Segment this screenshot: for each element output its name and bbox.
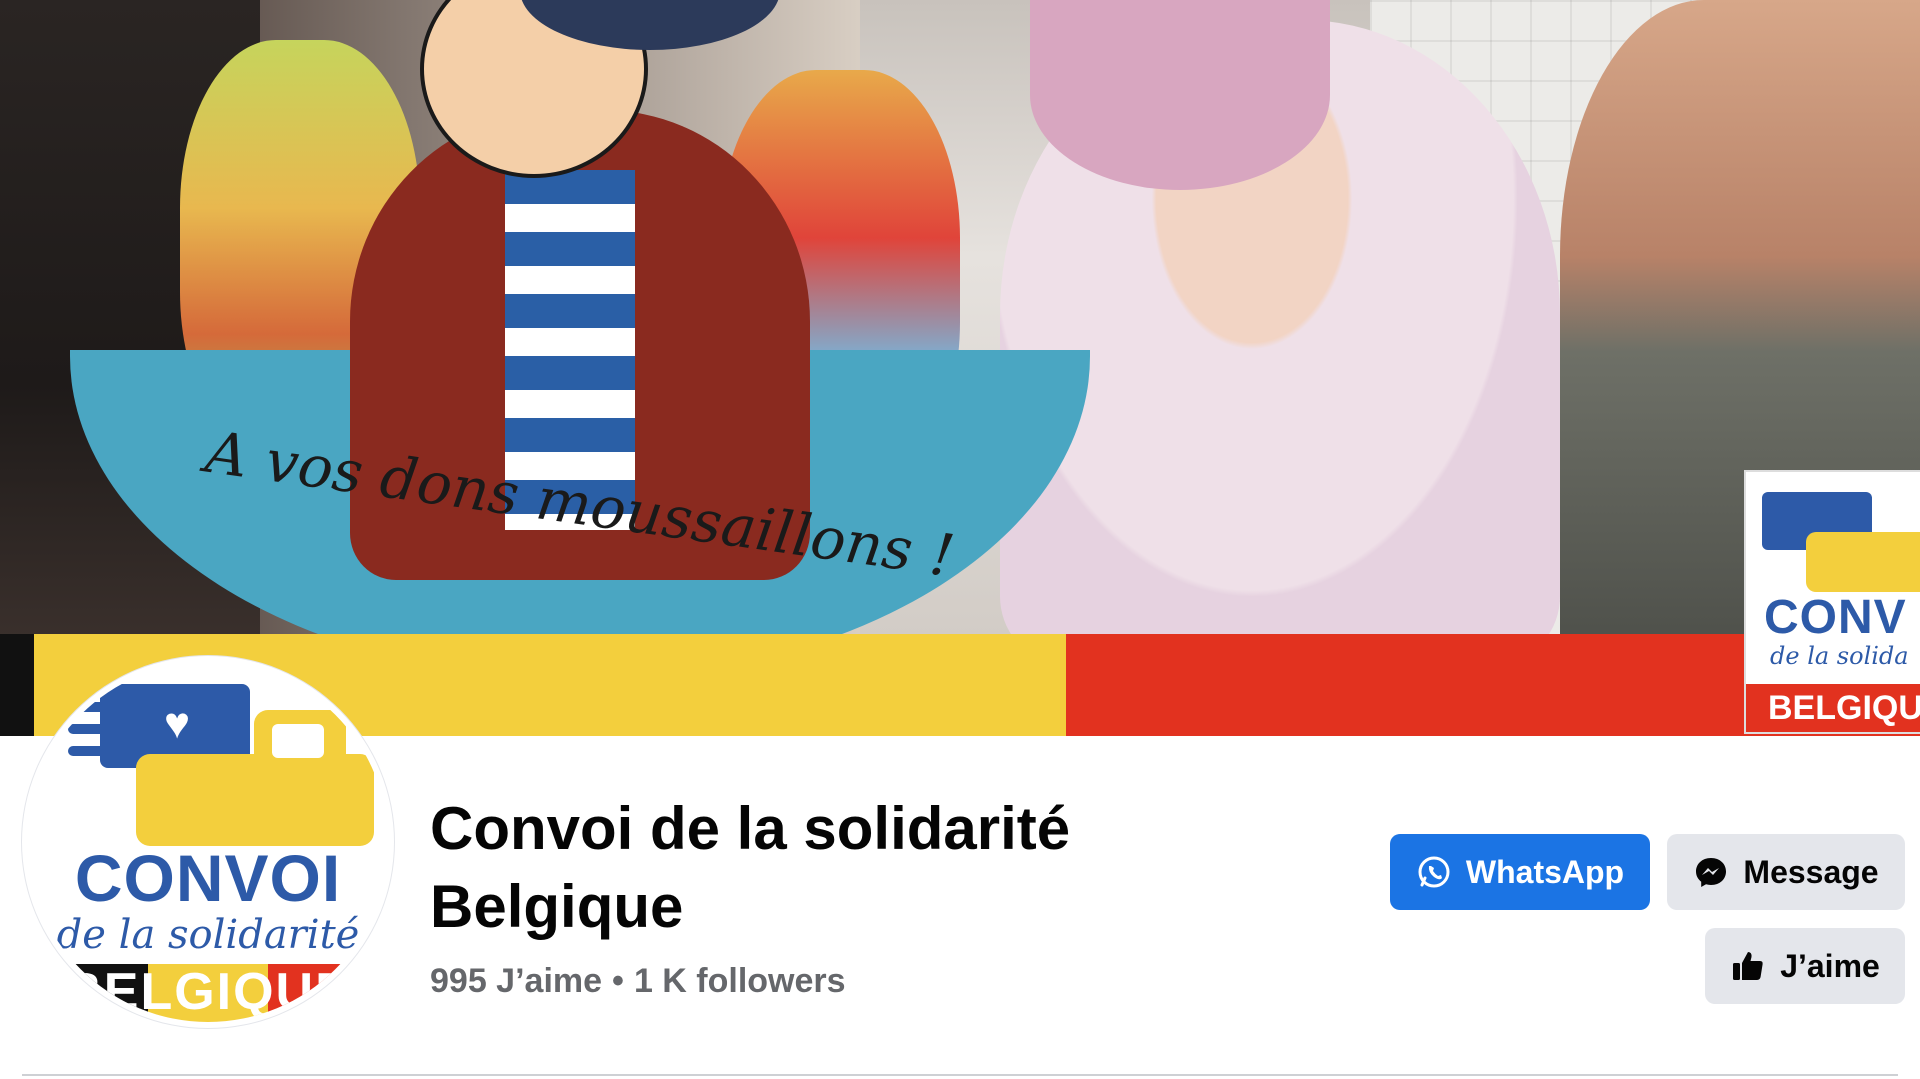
corner-logo-name: CONV [1764,591,1907,644]
cover-child-hat [1030,0,1330,190]
avatar-logo-name: CONVOI [74,841,342,915]
cover-photo[interactable]: A vos dons moussaillons ! CONV de la sol… [0,0,1920,736]
stats-separator: • [612,962,624,1000]
page-title: Convoi de la solidarité Belgique [430,790,1190,946]
followers-count-link[interactable]: 1 K followers [634,962,846,1000]
like-button-label: J’aime [1780,947,1880,984]
corner-logo-subtitle: de la solida [1770,642,1909,670]
page-stats: 995 J’aime • 1 K followers [430,962,846,1001]
flag-black-stripe [0,634,34,736]
message-button-label: Message [1743,853,1879,890]
message-button[interactable]: Message [1667,834,1905,910]
corner-logo-country: BELGIQU [1746,684,1920,732]
avatar-logo-subtitle: de la solidarité [56,912,360,958]
heart-icon: ♥ [164,699,191,748]
cover-corner-logo: CONV de la solida BELGIQU [1744,470,1920,734]
corner-logo-truck-body [1806,532,1920,592]
page-title-line2: Belgique [430,873,684,940]
profile-avatar[interactable]: ♥ CONVOI de la solidarité BELGIQUE [28,662,388,1022]
whatsapp-icon [1416,854,1452,890]
messenger-icon [1693,854,1729,890]
header-divider [22,1074,1898,1076]
like-button[interactable]: J’aime [1705,928,1905,1004]
avatar-logo-country: BELGIQUE [64,963,352,1021]
truck-window-icon [272,724,324,758]
likes-count-link[interactable]: 995 J’aime [430,962,602,1000]
whatsapp-button[interactable]: WhatsApp [1390,834,1650,910]
thumbs-up-icon [1730,948,1766,984]
page-title-line1: Convoi de la solidarité [430,795,1071,862]
whatsapp-button-label: WhatsApp [1465,853,1625,890]
